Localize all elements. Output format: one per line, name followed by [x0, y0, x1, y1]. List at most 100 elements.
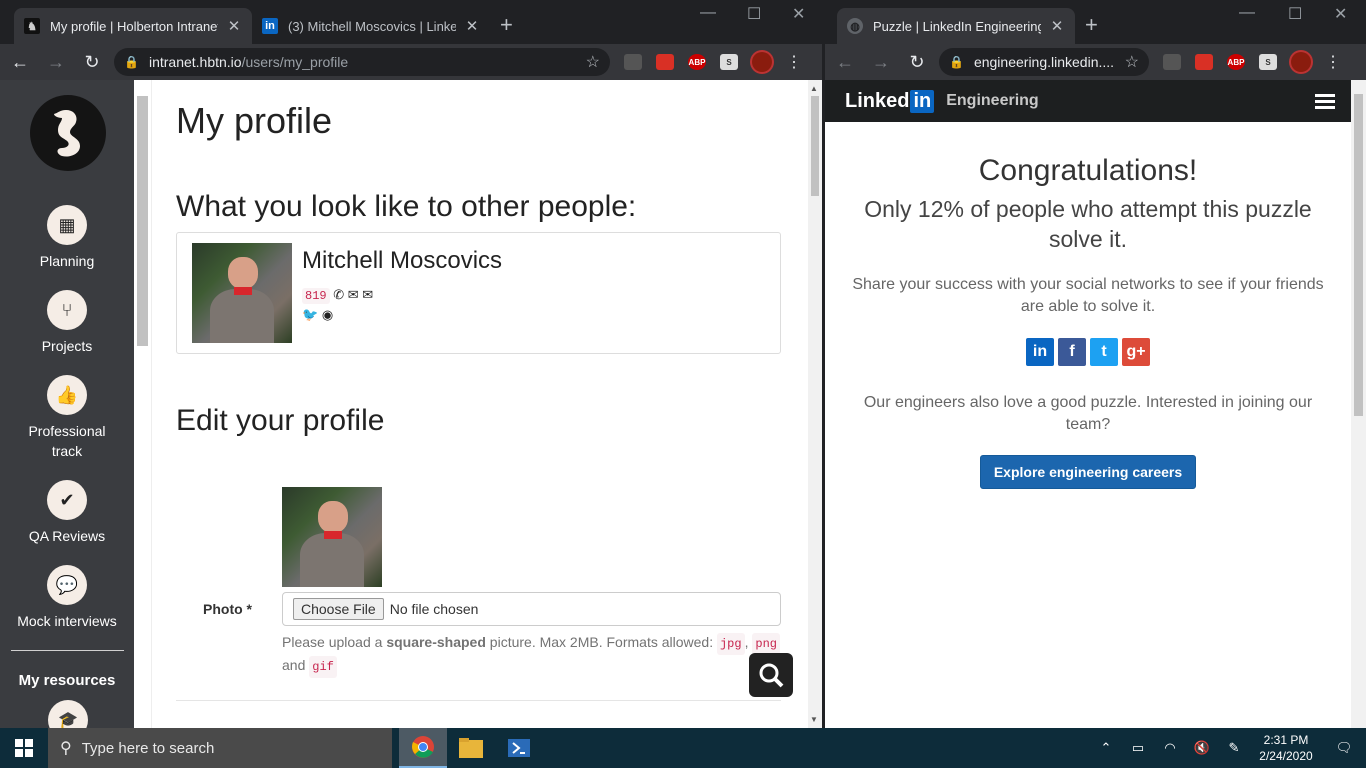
volume-muted-icon[interactable]: 🔇 [1186, 740, 1218, 756]
tab-bar: ♞ My profile | Holberton Intranet ✕ in (… [0, 0, 822, 44]
powershell-icon [508, 739, 530, 757]
profile-avatar[interactable] [752, 52, 772, 72]
seahorse-icon [54, 110, 80, 157]
maximize-button[interactable]: ☐ [747, 4, 761, 24]
back-button[interactable]: ← [829, 52, 861, 73]
address-bar[interactable]: 🔒 engineering.linkedin.... ☆ [939, 48, 1149, 76]
minimize-button[interactable]: — [1239, 4, 1255, 22]
new-tab-button[interactable]: + [500, 14, 513, 36]
extension-icon[interactable] [624, 54, 642, 70]
linkedin-logo[interactable]: Linked in Engineering [845, 89, 1039, 113]
careers-text: Our engineers also love a good puzzle. I… [863, 394, 1313, 433]
new-tab-button[interactable]: + [1085, 14, 1098, 36]
no-file-text: No file chosen [389, 601, 479, 617]
calendar-extension-icon[interactable] [1195, 54, 1213, 70]
calendar-extension-icon[interactable] [656, 54, 674, 70]
browser-menu-icon[interactable]: ⋮ [1325, 52, 1341, 72]
s-extension-icon[interactable]: S [720, 54, 738, 70]
adblock-extension-icon[interactable]: ABP [1227, 54, 1245, 70]
page-scrollbar[interactable] [1351, 80, 1366, 728]
holberton-logo[interactable] [30, 95, 106, 171]
close-tab-icon[interactable]: ✕ [1049, 17, 1065, 35]
extension-icon[interactable] [1163, 54, 1181, 70]
photo-help-text: Please upload a square-shaped picture. M… [282, 632, 782, 678]
minimize-button[interactable]: — [700, 4, 716, 22]
linkedin-share-icon[interactable]: in [1026, 338, 1054, 366]
sidebar-item-planning[interactable]: ▦ Planning [0, 205, 134, 271]
scroll-thumb[interactable] [1354, 94, 1363, 416]
facebook-share-icon[interactable]: f [1058, 338, 1086, 366]
tab-my-profile[interactable]: ♞ My profile | Holberton Intranet ✕ [14, 8, 252, 44]
twitter-icon[interactable]: 🐦 [302, 307, 318, 322]
search-button[interactable] [749, 653, 793, 697]
scroll-up-arrow-icon[interactable]: ▲ [810, 84, 818, 93]
github-icon[interactable]: ◉ [322, 307, 333, 322]
maximize-button[interactable]: ☐ [1288, 4, 1302, 24]
current-photo-preview [282, 487, 382, 587]
pen-icon[interactable]: ✎ [1218, 740, 1250, 756]
lock-icon: 🔒 [124, 55, 139, 69]
calendar-icon: ▦ [47, 205, 87, 245]
email-icon[interactable]: ✉ [348, 287, 359, 302]
email-icon[interactable]: ✉ [362, 287, 373, 302]
profile-photo [192, 243, 292, 343]
choose-file-button[interactable]: Choose File [293, 598, 384, 620]
graduation-cap-icon[interactable]: 🎓 [48, 700, 88, 728]
powershell-taskbar-button[interactable] [495, 728, 543, 768]
main-content: My profile What you look like to other p… [152, 80, 808, 728]
taskbar-search-box[interactable]: ⚲ Type here to search [48, 728, 392, 768]
bookmark-star-icon[interactable]: ☆ [1125, 52, 1139, 72]
s-extension-icon[interactable]: S [1259, 54, 1277, 70]
battery-icon[interactable]: ▭ [1122, 740, 1154, 756]
sidebar-item-qa-reviews[interactable]: ✔ QA Reviews [0, 480, 134, 546]
file-explorer-taskbar-button[interactable] [447, 728, 495, 768]
tab-linkedin-profile[interactable]: in (3) Mitchell Moscovics | LinkedIn ✕ [252, 8, 490, 44]
start-button[interactable] [0, 728, 48, 768]
reload-button[interactable]: ↻ [76, 52, 108, 73]
scroll-thumb[interactable] [811, 96, 819, 196]
windows-taskbar: ⚲ Type here to search ⌃ ▭ ◠ 🔇 ✎ 2:31 PM … [0, 728, 1366, 768]
chevron-up-icon[interactable]: ⌃ [1090, 740, 1122, 756]
phone-icon: ✆ [333, 287, 345, 302]
share-text: Share your success with your social netw… [852, 276, 1324, 315]
holberton-favicon-icon: ♞ [24, 18, 40, 34]
browser-menu-icon[interactable]: ⋮ [786, 52, 802, 72]
sidebar-scrollbar[interactable] [134, 80, 152, 728]
search-icon [759, 663, 784, 688]
scroll-thumb[interactable] [137, 96, 148, 346]
sidebar-item-mock-interviews[interactable]: 💬 Mock interviews [0, 565, 134, 631]
reload-button[interactable]: ↻ [901, 52, 933, 73]
tab-puzzle[interactable]: ◍ Puzzle | LinkedIn Engineering ✕ [837, 8, 1075, 44]
twitter-share-icon[interactable]: t [1090, 338, 1118, 366]
page-scrollbar[interactable]: ▲ ▼ [808, 80, 822, 728]
address-bar[interactable]: 🔒 intranet.hbtn.io/users/my_profile ☆ [114, 48, 610, 76]
bookmark-star-icon[interactable]: ☆ [586, 52, 600, 72]
google-plus-share-icon[interactable]: g+ [1122, 338, 1150, 366]
clock[interactable]: 2:31 PM 2/24/2020 [1250, 732, 1322, 764]
forward-button[interactable]: → [865, 52, 897, 73]
sidebar-item-professional-track[interactable]: 👍 Professional track [0, 375, 134, 461]
sidebar: ▦ Planning ⑂ Projects 👍 Professional tra… [0, 80, 134, 728]
congrats-heading: Congratulations! [978, 154, 1198, 187]
explore-careers-button[interactable]: Explore engineering careers [979, 455, 1197, 489]
close-tab-icon[interactable]: ✕ [226, 17, 242, 35]
close-window-button[interactable]: ✕ [1334, 4, 1347, 24]
puzzle-stat: Only 12% of people who attempt this puzz… [864, 196, 1312, 252]
back-button[interactable]: ← [4, 52, 36, 73]
close-tab-icon[interactable]: ✕ [464, 17, 480, 35]
forward-button[interactable]: → [40, 52, 72, 73]
close-window-button[interactable]: ✕ [792, 4, 805, 24]
branch-icon: ⑂ [47, 290, 87, 330]
scroll-down-arrow-icon[interactable]: ▼ [810, 715, 818, 724]
hamburger-menu-icon[interactable] [1315, 94, 1335, 109]
sidebar-item-projects[interactable]: ⑂ Projects [0, 290, 134, 356]
notifications-icon[interactable]: 🗨 [1322, 740, 1366, 756]
wifi-icon[interactable]: ◠ [1154, 740, 1186, 756]
edit-heading: Edit your profile [176, 404, 385, 437]
chrome-taskbar-button[interactable] [399, 728, 447, 768]
photo-file-input[interactable]: Choose File No file chosen [282, 592, 781, 626]
adblock-extension-icon[interactable]: ABP [688, 54, 706, 70]
chrome-icon [412, 736, 434, 758]
profile-avatar[interactable] [1291, 52, 1311, 72]
system-tray: ⌃ ▭ ◠ 🔇 ✎ 2:31 PM 2/24/2020 🗨 [1090, 728, 1366, 768]
